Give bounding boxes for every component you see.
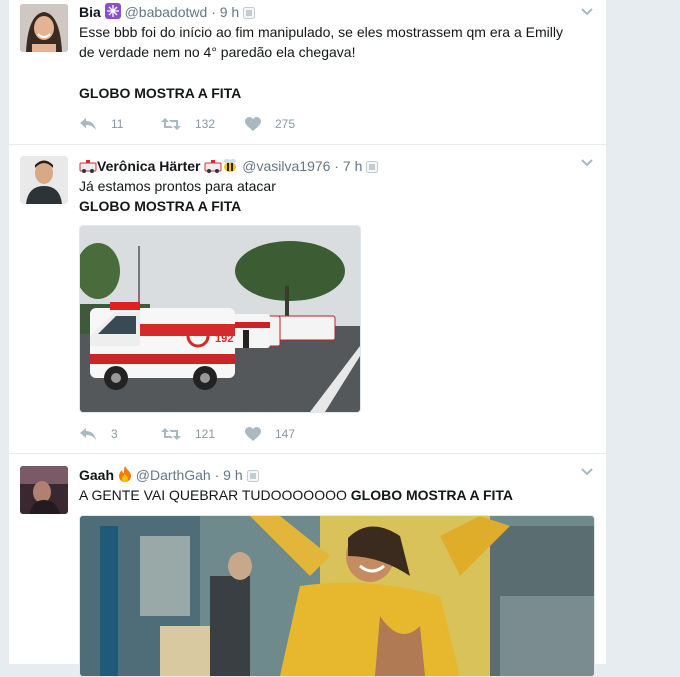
tweet[interactable]: Gaah @DarthGah · 9 h A GENTE VAI QUEBRAR… [9, 454, 606, 677]
avatar[interactable] [20, 466, 68, 514]
display-name[interactable]: Verônica Härter [97, 158, 201, 174]
translate-icon[interactable] [246, 468, 259, 486]
separator-dot: · [214, 467, 220, 483]
timestamp[interactable]: 9 h [220, 4, 239, 20]
tweet[interactable]: Verônica Härter @vasilva1976 · 7 h Já es… [9, 145, 606, 454]
reply-icon [79, 426, 97, 442]
retweet-count: 132 [195, 117, 216, 131]
handle[interactable]: @DarthGah [136, 467, 211, 483]
translate-icon[interactable] [366, 159, 379, 177]
celebration-gif[interactable] [79, 515, 595, 677]
timestamp[interactable]: 7 h [343, 158, 362, 174]
tweet-text-plain: A GENTE VAI QUEBRAR TUDOOOOOOO [79, 487, 347, 503]
hashtag-text: GLOBO MOSTRA A FITA [79, 85, 242, 101]
reply-icon [79, 116, 97, 132]
avatar[interactable] [20, 4, 68, 52]
display-name[interactable]: Gaah [79, 467, 114, 483]
ambulance-number: 192 [215, 333, 233, 345]
avatar[interactable] [20, 156, 68, 204]
handle[interactable]: @vasilva1976 [242, 158, 330, 174]
reply-button[interactable]: 11 [79, 114, 123, 134]
display-name[interactable]: Bia [79, 4, 101, 20]
heart-icon [245, 426, 261, 442]
chevron-down-icon[interactable] [580, 4, 594, 18]
tweet-header: Gaah @DarthGah · 9 h [79, 466, 259, 486]
like-button[interactable]: 275 [245, 114, 295, 134]
ambulance-emoji-icon [204, 159, 222, 177]
like-button[interactable]: 147 [245, 424, 295, 444]
fire-emoji-icon [118, 466, 132, 486]
tweet[interactable]: Bia @babadotwd · 9 h Esse bbb foi do iní… [9, 0, 606, 145]
snowflake-emoji-icon [104, 3, 121, 23]
retweet-icon [161, 427, 181, 441]
translate-icon[interactable] [243, 5, 256, 23]
timeline: Bia @babadotwd · 9 h Esse bbb foi do iní… [8, 0, 607, 677]
heart-icon [245, 116, 261, 132]
ambulance-emoji-icon [79, 159, 97, 177]
retweet-button[interactable]: 121 [161, 424, 215, 444]
bee-emoji-icon [222, 157, 238, 177]
tweet-text-line: Esse bbb foi do início ao fim manipulado… [79, 24, 563, 40]
handle[interactable]: @babadotwd [125, 4, 208, 20]
tweet-header: Bia @babadotwd · 9 h [79, 3, 256, 23]
reply-count: 3 [111, 427, 118, 441]
hashtag-text: GLOBO MOSTRA A FITA [79, 198, 242, 214]
reply-button[interactable]: 3 [79, 424, 118, 444]
like-count: 275 [275, 117, 296, 131]
timestamp[interactable]: 9 h [223, 467, 242, 483]
hashtag-text: GLOBO MOSTRA A FITA [350, 487, 514, 503]
tweet-text-line: de verdade nem no 4° paredão ela chegava… [79, 44, 356, 60]
like-count: 147 [275, 427, 296, 441]
reply-count: 11 [111, 117, 124, 131]
tweet-text: A GENTE VAI QUEBRAR TUDOOOOOOO GLOBO MOS… [79, 485, 513, 505]
tweet-text-line: Já estamos prontos para atacar [79, 178, 276, 194]
tweet-header: Verônica Härter @vasilva1976 · 7 h [79, 157, 379, 177]
separator-dot: · [334, 158, 339, 174]
retweet-count: 121 [195, 427, 216, 441]
ambulance-photo[interactable]: 192 [79, 225, 361, 413]
retweet-button[interactable]: 132 [161, 114, 215, 134]
separator-dot: · [211, 4, 216, 20]
chevron-down-icon[interactable] [580, 155, 594, 169]
retweet-icon [161, 117, 181, 131]
chevron-down-icon[interactable] [580, 464, 594, 478]
